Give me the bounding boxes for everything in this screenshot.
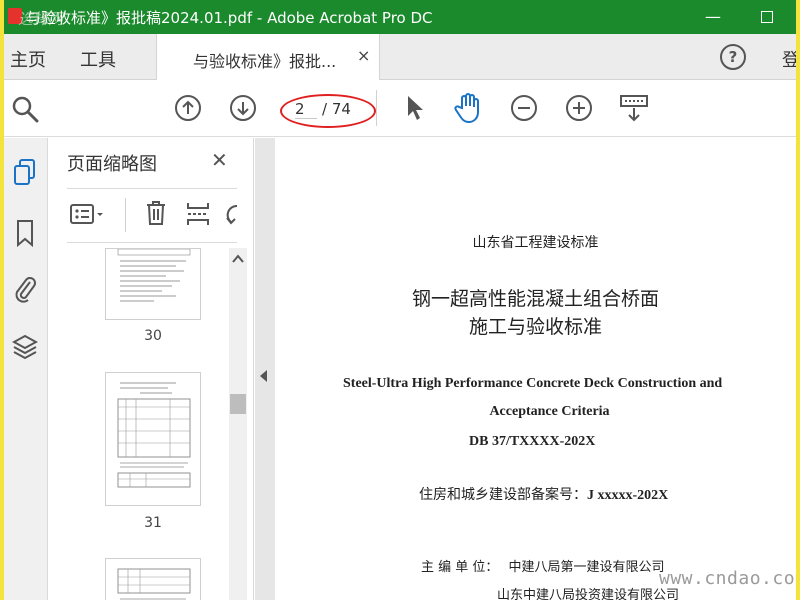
page-thumbnail-31[interactable] xyxy=(105,372,201,506)
tab-home[interactable]: 主页 xyxy=(10,46,46,72)
record-value: J xxxxx-202X xyxy=(587,488,669,503)
standard-header: 山东省工程建设标准 xyxy=(472,235,599,251)
maximize-icon xyxy=(761,11,773,23)
collapse-panel-icon[interactable] xyxy=(260,370,267,382)
editor-label: 主 编 单 位： xyxy=(421,560,499,575)
delete-page-icon[interactable] xyxy=(143,198,169,228)
title-en-line1: Steel-Ultra High Performance Concrete De… xyxy=(343,376,723,391)
thumbnail-preview xyxy=(117,382,191,488)
thumbnail-scrollbar[interactable] xyxy=(229,248,247,600)
navigation-rail xyxy=(4,138,48,600)
scroll-mode-icon[interactable] xyxy=(618,94,650,124)
next-page-icon[interactable] xyxy=(229,94,257,122)
panel-toolbar-divider xyxy=(125,198,126,232)
acrobat-window: 选择网 与验收标准》报批稿2024.01.pdf - Adobe Acrobat… xyxy=(4,0,796,600)
hand-tool-icon[interactable] xyxy=(454,92,484,124)
rotate-page-icon[interactable] xyxy=(225,200,239,228)
title-cn-line1: 钢一超高性能混凝土组合桥面 xyxy=(411,288,659,310)
close-panel-button[interactable]: ✕ xyxy=(211,148,228,172)
page-thumbnail-32[interactable] xyxy=(105,558,201,600)
annotation-ellipse xyxy=(280,94,376,128)
scroll-up-icon[interactable] xyxy=(232,254,244,264)
zoom-search-icon[interactable] xyxy=(10,94,40,124)
window-title: 与验收标准》报批稿2024.01.pdf - Adobe Acrobat Pro… xyxy=(26,9,433,27)
title-cn-line2: 施工与验收标准 xyxy=(468,316,602,338)
editor-unit-1: 中建八局第一建设有限公司 xyxy=(508,560,665,575)
select-arrow-icon[interactable] xyxy=(404,94,426,122)
document-tab-label: 与验收标准》报批... xyxy=(193,52,337,71)
title-bar: 选择网 与验收标准》报批稿2024.01.pdf - Adobe Acrobat… xyxy=(4,0,796,34)
page-thumbnails-icon[interactable] xyxy=(12,158,38,188)
zoom-in-icon[interactable] xyxy=(565,94,593,122)
standard-code: DB 37/TXXXX-202X xyxy=(469,434,596,449)
page-thumbnails-panel: 页面缩略图 ✕ 30 31 xyxy=(49,138,254,600)
scrollbar-thumb[interactable] xyxy=(230,394,246,414)
pdf-page: 山东省工程建设标准 钢一超高性能混凝土组合桥面 施工与验收标准 Steel-Ul… xyxy=(275,138,796,600)
editor-unit-2: 山东中建八局投资建设有限公司 xyxy=(497,588,680,600)
thumbnail-label: 30 xyxy=(144,328,162,344)
help-button[interactable]: ? xyxy=(720,44,746,70)
thumbnail-preview xyxy=(117,568,191,600)
tab-bar: 主页 工具 与验收标准》报批... × ? 登 xyxy=(4,34,796,81)
close-tab-button[interactable]: × xyxy=(357,46,370,65)
main-toolbar: 2 / 74 xyxy=(4,80,796,137)
layers-icon[interactable] xyxy=(12,332,38,362)
page-thumbnail-30[interactable] xyxy=(105,248,201,320)
insert-page-icon[interactable] xyxy=(185,200,211,228)
thumbnail-preview xyxy=(117,249,191,302)
panel-splitter[interactable] xyxy=(255,138,275,600)
tab-tools[interactable]: 工具 xyxy=(80,46,116,72)
toolbar-divider xyxy=(376,90,377,126)
maximize-button[interactable] xyxy=(756,6,778,28)
minimize-button[interactable]: — xyxy=(702,6,724,28)
site-watermark: www.cndao.com xyxy=(659,568,796,589)
zoom-out-icon[interactable] xyxy=(510,94,538,122)
panel-title: 页面缩略图 xyxy=(67,154,157,175)
prev-page-icon[interactable] xyxy=(174,94,202,122)
panel-divider xyxy=(67,188,237,189)
record-number: 住房和城乡建设部备案号：J xxxxx-202X xyxy=(419,484,668,504)
editor-row: 主 编 单 位： 中建八局第一建设有限公司 xyxy=(421,556,665,575)
thumbnail-label: 31 xyxy=(144,515,162,531)
panel-divider xyxy=(67,242,237,243)
record-label: 住房和城乡建设部备案号： xyxy=(419,487,587,503)
options-menu-icon[interactable] xyxy=(69,202,105,228)
title-en-line2: Acceptance Criteria xyxy=(489,404,610,419)
sign-in-link[interactable]: 登 xyxy=(782,46,796,72)
bookmarks-icon[interactable] xyxy=(12,218,38,248)
attachments-icon[interactable] xyxy=(12,274,38,304)
document-view[interactable]: 山东省工程建设标准 钢一超高性能混凝土组合桥面 施工与验收标准 Steel-Ul… xyxy=(275,138,796,600)
tab-document[interactable]: 与验收标准》报批... × xyxy=(156,34,380,81)
